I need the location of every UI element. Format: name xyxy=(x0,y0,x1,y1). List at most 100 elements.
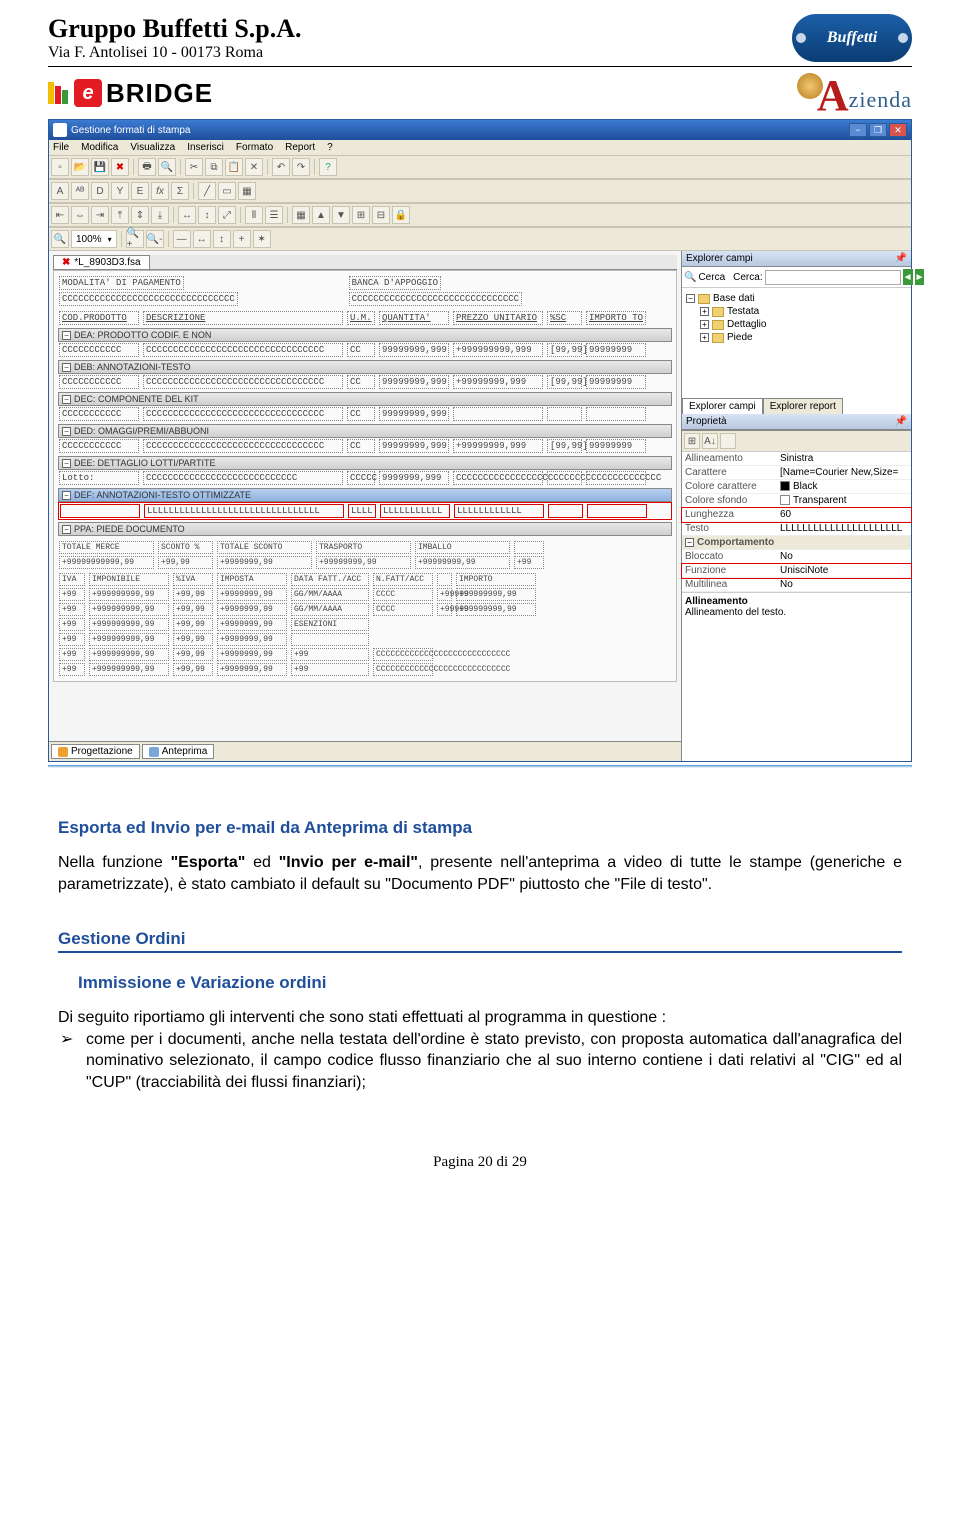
section-header[interactable]: − DEC: COMPONENTE DEL KIT xyxy=(58,392,672,406)
field[interactable]: CCCCCCCCCCCCCCCCCCCCCCCCCCCCCCCCC xyxy=(143,343,343,357)
field[interactable]: CC xyxy=(347,375,375,389)
field[interactable] xyxy=(437,573,452,586)
section-header[interactable]: − DEA: PRODOTTO CODIF. E NON xyxy=(58,328,672,342)
field[interactable]: [99,99] xyxy=(547,375,582,389)
group[interactable]: ⊞ xyxy=(352,206,370,224)
front[interactable]: ▲ xyxy=(312,206,330,224)
field[interactable]: CCCCCCCCCCCCCCCCCCCCCCCCCCCCCCCCC xyxy=(143,375,343,389)
field[interactable]: +999999999,99 xyxy=(89,648,169,661)
field[interactable]: CC xyxy=(347,343,375,357)
field[interactable]: +99999 xyxy=(437,588,452,601)
col-header[interactable]: QUANTITA' xyxy=(379,311,449,325)
field[interactable]: +99999999,999 xyxy=(453,439,543,453)
property-row[interactable]: Colore sfondoTransparent xyxy=(682,494,911,508)
field[interactable]: IVA xyxy=(59,573,85,586)
tab-anteprima[interactable]: Anteprima xyxy=(142,744,215,759)
menu-help[interactable]: ? xyxy=(327,142,333,153)
field[interactable]: LLLL xyxy=(348,504,376,518)
field[interactable]: 9999999,999 xyxy=(379,471,449,485)
tree-item[interactable]: +Testata xyxy=(700,305,907,318)
field[interactable]: CCCCCCCCCCCCCCCCCCCCCCCCCCCCCCCCCCCCCC xyxy=(453,471,543,485)
field[interactable]: IMPOSTA xyxy=(217,573,287,586)
field[interactable]: +9999999,99 xyxy=(217,633,287,646)
field[interactable]: +999999999,99 xyxy=(89,663,169,676)
tool-paste[interactable]: 📋 xyxy=(225,158,243,176)
insert-d[interactable]: D xyxy=(91,182,109,200)
field[interactable]: 99999999 xyxy=(586,375,646,389)
insert-fx[interactable]: fx xyxy=(151,182,169,200)
field[interactable]: CCCCCCCCCCCCCCCCCCCCCCCCCCCC xyxy=(373,648,433,661)
document-tab[interactable]: ✖*L_8903D3.fsa xyxy=(53,255,150,269)
field-tree[interactable]: −Base dati +Testata +Dettaglio +Piede xyxy=(682,288,911,398)
field[interactable]: LLLLLLLLLLLLLLLLLLLLLLLLLLLLLLLL xyxy=(144,504,344,518)
field[interactable] xyxy=(60,504,140,518)
tool-preview[interactable]: 🔍 xyxy=(158,158,176,176)
tree-root[interactable]: −Base dati xyxy=(686,292,907,305)
field[interactable]: +99,99 xyxy=(173,663,213,676)
tool-undo[interactable]: ↶ xyxy=(272,158,290,176)
field[interactable]: CCCCCCCCCCCCCCCCCCCCCCCCCCCCCCCCC xyxy=(143,407,343,421)
tool-redo[interactable]: ↷ xyxy=(292,158,310,176)
lock[interactable]: 🔒 xyxy=(392,206,410,224)
insert-a[interactable]: A xyxy=(51,182,69,200)
field[interactable]: CC xyxy=(347,439,375,453)
tool-open[interactable]: 📂 xyxy=(71,158,89,176)
col-header[interactable]: DESCRIZIONE xyxy=(143,311,343,325)
field[interactable]: 99999999,999 xyxy=(379,407,449,421)
fit-a[interactable]: ✶ xyxy=(253,230,271,248)
field[interactable]: +99999999999,99 xyxy=(59,556,154,569)
field[interactable]: CCCCCCCCCCCCCCCCCCCCCCCCCCCCCCCCC xyxy=(143,439,343,453)
field[interactable]: CCCCCCCCCCCCCCCCCCCCCCCCCCCC xyxy=(143,471,343,485)
property-row[interactable]: Lunghezza60 xyxy=(682,508,911,522)
field[interactable]: +9999999,99 xyxy=(217,588,287,601)
col-header[interactable]: IMPORTO TO xyxy=(586,311,646,325)
field[interactable] xyxy=(586,471,646,485)
design-canvas[interactable]: ✖*L_8903D3.fsa MODALITA' DI PAGAMENTO CC… xyxy=(49,251,681,761)
field[interactable]: CCCCCCCCCCC xyxy=(59,343,139,357)
tool-x[interactable]: ✖ xyxy=(111,158,129,176)
field[interactable]: +99,99 xyxy=(158,556,213,569)
field[interactable]: 99999999,999 xyxy=(379,439,449,453)
field[interactable]: SCONTO % xyxy=(158,541,213,554)
align-r[interactable]: ⇥ xyxy=(91,206,109,224)
field[interactable]: +99999999,99 xyxy=(456,588,536,601)
tool-delete[interactable]: ✕ xyxy=(245,158,263,176)
back[interactable]: ▼ xyxy=(332,206,350,224)
property-row[interactable]: FunzioneUnisciNote xyxy=(682,564,911,578)
field[interactable]: DATA FATT./ACC xyxy=(291,573,369,586)
insert-y[interactable]: Y xyxy=(111,182,129,200)
field[interactable]: +9999999,99 xyxy=(217,603,287,616)
field[interactable]: +9999999,99 xyxy=(217,556,312,569)
field[interactable]: +99 xyxy=(514,556,544,569)
tool-copy[interactable]: ⧉ xyxy=(205,158,223,176)
field[interactable]: CCCCCCCCCCCCCCCCCCCCCCCCCCCCCCCC xyxy=(59,292,238,306)
section-header[interactable]: − PPA: PIEDE DOCUMENTO xyxy=(58,522,672,536)
field[interactable] xyxy=(453,407,543,421)
field[interactable] xyxy=(547,407,582,421)
field[interactable]: +99 xyxy=(291,663,369,676)
field[interactable]: 99999999,999 xyxy=(379,343,449,357)
field[interactable]: 99999999 xyxy=(586,343,646,357)
dist-v[interactable]: ☰ xyxy=(265,206,283,224)
field[interactable]: LLLLLLLLLLL xyxy=(380,504,450,518)
field[interactable]: TRASPORTO xyxy=(316,541,411,554)
align-l[interactable]: ⇤ xyxy=(51,206,69,224)
grid-snap[interactable]: ▦ xyxy=(292,206,310,224)
field[interactable]: +99999999,999 xyxy=(453,375,543,389)
tool-new[interactable]: ▫ xyxy=(51,158,69,176)
field[interactable] xyxy=(291,633,369,646)
property-row[interactable]: MultilineaNo xyxy=(682,578,911,592)
field[interactable] xyxy=(514,541,544,554)
menu-formato[interactable]: Formato xyxy=(236,142,273,153)
section-header[interactable]: − DEF: ANNOTAZIONI-TESTO OTTIMIZZATE xyxy=(58,488,672,502)
shape-line[interactable]: ╱ xyxy=(198,182,216,200)
property-row[interactable]: TestoLLLLLLLLLLLLLLLLLLLLLL xyxy=(682,522,911,536)
field[interactable]: GG/MM/AAAA xyxy=(291,588,369,601)
field[interactable]: +9999999,99 xyxy=(217,663,287,676)
col-header[interactable]: U.M. xyxy=(347,311,375,325)
field[interactable] xyxy=(547,471,582,485)
field[interactable]: +99 xyxy=(59,603,85,616)
field[interactable]: +99 xyxy=(59,588,85,601)
field[interactable]: +99,99 xyxy=(173,588,213,601)
col-header[interactable]: %SC xyxy=(547,311,582,325)
